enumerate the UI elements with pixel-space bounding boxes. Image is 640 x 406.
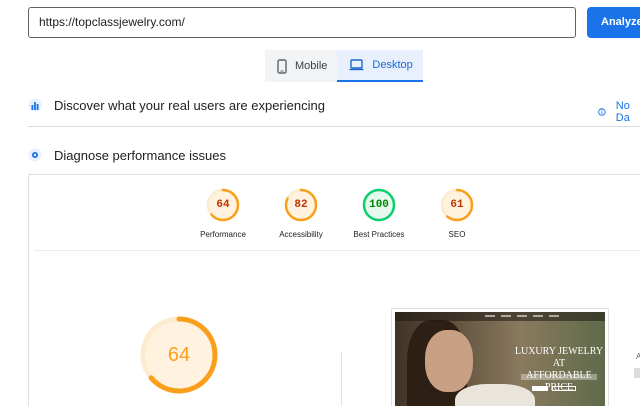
gauge-ring: 82: [284, 188, 318, 222]
diagnose-title: Diagnose performance issues: [54, 147, 226, 163]
gauge-ring: 64: [206, 188, 240, 222]
gauge-performance[interactable]: 64 Performance: [183, 188, 263, 239]
hero-title-line1: LUXURY JEWELRY AT: [514, 346, 604, 369]
no-data-link[interactable]: No Da: [598, 100, 640, 124]
hero-button: [532, 386, 548, 391]
gauge-best-practices[interactable]: 100 Best Practices: [339, 188, 419, 239]
info-icon: [598, 108, 606, 116]
gauge-ring: 100: [362, 188, 396, 222]
analyze-button[interactable]: Analyze: [587, 7, 640, 38]
smartphone-icon: [277, 58, 287, 74]
real-users-title: Discover what your real users are experi…: [54, 97, 325, 113]
gauge-score: 61: [450, 199, 464, 211]
vertical-divider: [341, 352, 342, 406]
gauges-divider: [34, 250, 640, 251]
tab-mobile[interactable]: Mobile: [265, 50, 338, 82]
page-screenshot: LUXURY JEWELRY AT AFFORDABLE PRICE: [391, 308, 609, 406]
gauge-score: 64: [216, 199, 230, 211]
url-input[interactable]: https://topclassjewelry.com/: [28, 7, 576, 38]
tab-desktop[interactable]: Desktop: [337, 50, 423, 82]
gauge-label: Accessibility: [279, 230, 323, 239]
lighthouse-icon: [28, 148, 42, 162]
gauge-ring: 61: [440, 188, 474, 222]
hero-button-outline: [552, 386, 576, 391]
edge-thumbnail: [634, 368, 640, 378]
gauge-accessibility[interactable]: 82 Accessibility: [261, 188, 341, 239]
model-face: [425, 330, 473, 392]
section-divider: [28, 126, 640, 127]
real-users-section-header: Discover what your real users are experi…: [28, 97, 325, 113]
gauge-label: Best Practices: [353, 230, 405, 239]
tab-desktop-label: Desktop: [372, 59, 413, 71]
hero-subtitle: [521, 374, 597, 380]
main-performance-gauge: 64: [139, 315, 219, 395]
gauge-label: SEO: [448, 230, 466, 239]
device-toggle: Mobile Desktop: [265, 50, 423, 82]
tab-mobile-label: Mobile: [295, 60, 328, 72]
site-nav-bar: [395, 312, 605, 321]
no-data-label: No Da: [615, 100, 630, 124]
diagnose-section-header: Diagnose performance issues: [28, 147, 226, 163]
main-score: 64: [167, 344, 191, 366]
gauge-label: Performance: [200, 230, 246, 239]
crux-icon: [28, 98, 42, 112]
gauge-score: 100: [369, 199, 389, 211]
laptop-icon: [349, 59, 364, 71]
edge-text: A: [636, 352, 640, 361]
gauge-seo[interactable]: 61 SEO: [417, 188, 497, 239]
screenshot-image: LUXURY JEWELRY AT AFFORDABLE PRICE: [395, 312, 605, 406]
gauge-score: 82: [294, 199, 308, 211]
